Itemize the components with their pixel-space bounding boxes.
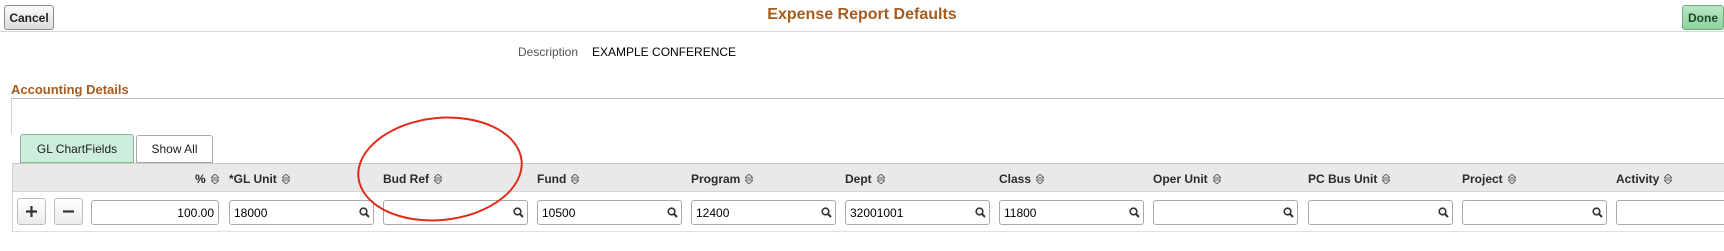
pc-bus-unit-input[interactable] bbox=[1308, 200, 1453, 225]
column-header-label: Bud Ref bbox=[383, 171, 429, 186]
description-value: EXAMPLE CONFERENCE bbox=[592, 45, 737, 59]
sort-icon bbox=[434, 173, 442, 184]
sort-icon bbox=[210, 173, 219, 184]
search-icon bbox=[974, 207, 986, 218]
column-header-label: Oper Unit bbox=[1153, 171, 1208, 186]
lookup-button[interactable] bbox=[663, 201, 681, 224]
search-icon bbox=[1437, 207, 1449, 218]
column-header-gl-unit[interactable]: *GL Unit bbox=[229, 164, 290, 193]
fund-input[interactable]: 10500 bbox=[537, 200, 682, 225]
sort-icon bbox=[745, 173, 754, 184]
sort-icon bbox=[876, 173, 885, 184]
search-icon bbox=[358, 207, 370, 218]
column-header-label: Program bbox=[691, 171, 741, 186]
search-icon bbox=[820, 207, 832, 218]
column-header-label: Class bbox=[999, 171, 1032, 186]
sort-icon bbox=[571, 173, 580, 184]
fund-value: 10500 bbox=[542, 205, 576, 220]
class-value: 11800 bbox=[1004, 205, 1037, 220]
section-border bbox=[11, 98, 12, 134]
column-header-project[interactable]: Project bbox=[1462, 164, 1516, 193]
sort-icon bbox=[1507, 173, 1516, 184]
column-header-oper-unit[interactable]: Oper Unit bbox=[1153, 164, 1221, 193]
description-label: Description bbox=[518, 45, 579, 59]
done-button[interactable]: Done bbox=[1682, 5, 1724, 30]
delete-row-button[interactable] bbox=[54, 198, 83, 225]
section-divider bbox=[11, 98, 1724, 99]
column-header-class[interactable]: Class bbox=[999, 164, 1045, 193]
lookup-button[interactable] bbox=[1434, 201, 1452, 224]
dept-input[interactable]: 32001001 bbox=[845, 200, 990, 225]
column-header-fund[interactable]: Fund bbox=[537, 164, 580, 193]
minus-icon bbox=[63, 210, 74, 213]
search-icon bbox=[1128, 207, 1140, 218]
percent-value: 100.00 bbox=[177, 205, 214, 220]
gl-unit-value: 18000 bbox=[234, 205, 268, 220]
bud-ref-input[interactable] bbox=[383, 200, 528, 225]
lookup-button[interactable] bbox=[1279, 201, 1297, 224]
column-header-dept[interactable]: Dept bbox=[845, 164, 885, 193]
search-icon bbox=[666, 207, 678, 218]
dept-value: 32001001 bbox=[850, 205, 904, 220]
lookup-button[interactable] bbox=[1125, 201, 1143, 224]
program-value: 12400 bbox=[696, 205, 730, 220]
column-header-label: % bbox=[195, 171, 206, 186]
percent-input[interactable]: 100.00 bbox=[91, 200, 219, 225]
add-row-button[interactable] bbox=[17, 198, 46, 225]
column-header-label: *GL Unit bbox=[229, 171, 277, 186]
search-icon bbox=[512, 207, 524, 218]
grid-border bbox=[12, 163, 13, 232]
lookup-button[interactable] bbox=[1588, 201, 1606, 224]
lookup-button[interactable] bbox=[817, 201, 835, 224]
top-bar bbox=[0, 0, 1724, 32]
column-header-program[interactable]: Program bbox=[691, 164, 754, 193]
column-header-percent[interactable]: % bbox=[195, 164, 219, 193]
section-title-accounting-details: Accounting Details bbox=[11, 82, 129, 97]
column-header-activity[interactable]: Activity bbox=[1616, 164, 1673, 193]
lookup-button[interactable] bbox=[971, 201, 989, 224]
column-header-bud-ref[interactable]: Bud Ref bbox=[383, 164, 442, 193]
column-header-label: Activity bbox=[1616, 171, 1660, 186]
sort-icon bbox=[1664, 173, 1673, 184]
lookup-button[interactable] bbox=[509, 201, 527, 224]
column-header-label: Project bbox=[1462, 171, 1503, 186]
tab-show-all[interactable]: Show All bbox=[136, 135, 213, 163]
oper-unit-input[interactable] bbox=[1153, 200, 1298, 225]
column-header-label: Fund bbox=[537, 171, 567, 186]
column-header-pc-bus-unit[interactable]: PC Bus Unit bbox=[1308, 164, 1391, 193]
plus-icon bbox=[26, 206, 37, 217]
class-input[interactable]: 11800 bbox=[999, 200, 1144, 225]
cancel-button[interactable]: Cancel bbox=[4, 5, 54, 30]
column-header-label: PC Bus Unit bbox=[1308, 171, 1378, 186]
tab-gl-chartfields[interactable]: GL ChartFields bbox=[20, 134, 134, 163]
grid-header: % *GL Unit Bud Ref Fund Program Dept Cla… bbox=[12, 163, 1724, 192]
activity-input[interactable] bbox=[1616, 200, 1724, 225]
project-input[interactable] bbox=[1462, 200, 1607, 225]
search-icon bbox=[1591, 207, 1603, 218]
sort-icon bbox=[1382, 173, 1391, 184]
gl-unit-input[interactable]: 18000 bbox=[229, 200, 374, 225]
sort-icon bbox=[1036, 173, 1045, 184]
lookup-button[interactable] bbox=[355, 201, 373, 224]
program-input[interactable]: 12400 bbox=[691, 200, 836, 225]
sort-icon bbox=[281, 173, 290, 184]
search-icon bbox=[1282, 207, 1294, 218]
sort-icon bbox=[1212, 173, 1221, 184]
column-header-label: Dept bbox=[845, 171, 872, 186]
